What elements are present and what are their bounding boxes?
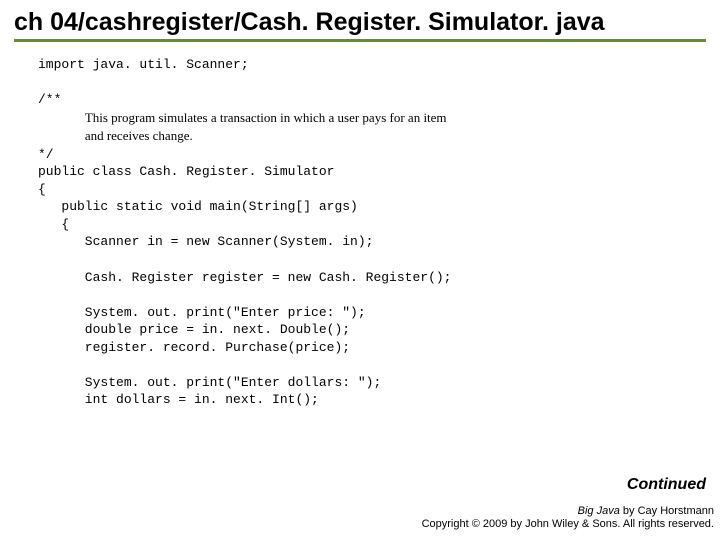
code-line: { bbox=[38, 217, 69, 232]
code-line: Cash. Register register = new Cash. Regi… bbox=[38, 270, 451, 285]
footer: Big Java by Cay Horstmann Copyright © 20… bbox=[422, 505, 714, 533]
code-line: Scanner in = new Scanner(System. in); bbox=[38, 234, 373, 249]
code-line: System. out. print("Enter price: "); bbox=[38, 305, 366, 320]
code-line: int dollars = in. next. Int(); bbox=[38, 392, 319, 407]
code-line: */ bbox=[38, 147, 54, 162]
code-line: public class Cash. Register. Simulator bbox=[38, 164, 334, 179]
footer-line-1: Big Java by Cay Horstmann bbox=[422, 505, 714, 519]
code-listing: import java. util. Scanner; /** This pro… bbox=[14, 56, 706, 409]
slide-title: ch 04/cashregister/Cash. Register. Simul… bbox=[14, 8, 706, 37]
footer-copyright: Copyright © 2009 by John Wiley & Sons. A… bbox=[422, 518, 714, 532]
code-line: { bbox=[38, 182, 46, 197]
code-line: System. out. print("Enter dollars: "); bbox=[38, 375, 381, 390]
slide-container: ch 04/cashregister/Cash. Register. Simul… bbox=[0, 0, 720, 409]
title-underline bbox=[14, 39, 706, 42]
book-author: by Cay Horstmann bbox=[620, 505, 714, 517]
continued-label: Continued bbox=[627, 476, 706, 494]
code-line: /** bbox=[38, 92, 61, 107]
code-line: public static void main(String[] args) bbox=[38, 199, 358, 214]
code-line: import java. util. Scanner; bbox=[38, 57, 249, 72]
book-title: Big Java bbox=[578, 505, 620, 517]
code-line: register. record. Purchase(price); bbox=[38, 340, 350, 355]
javadoc-line: and receives change. bbox=[85, 128, 193, 143]
code-line: double price = in. next. Double(); bbox=[38, 322, 350, 337]
javadoc-line: This program simulates a transaction in … bbox=[85, 110, 447, 125]
